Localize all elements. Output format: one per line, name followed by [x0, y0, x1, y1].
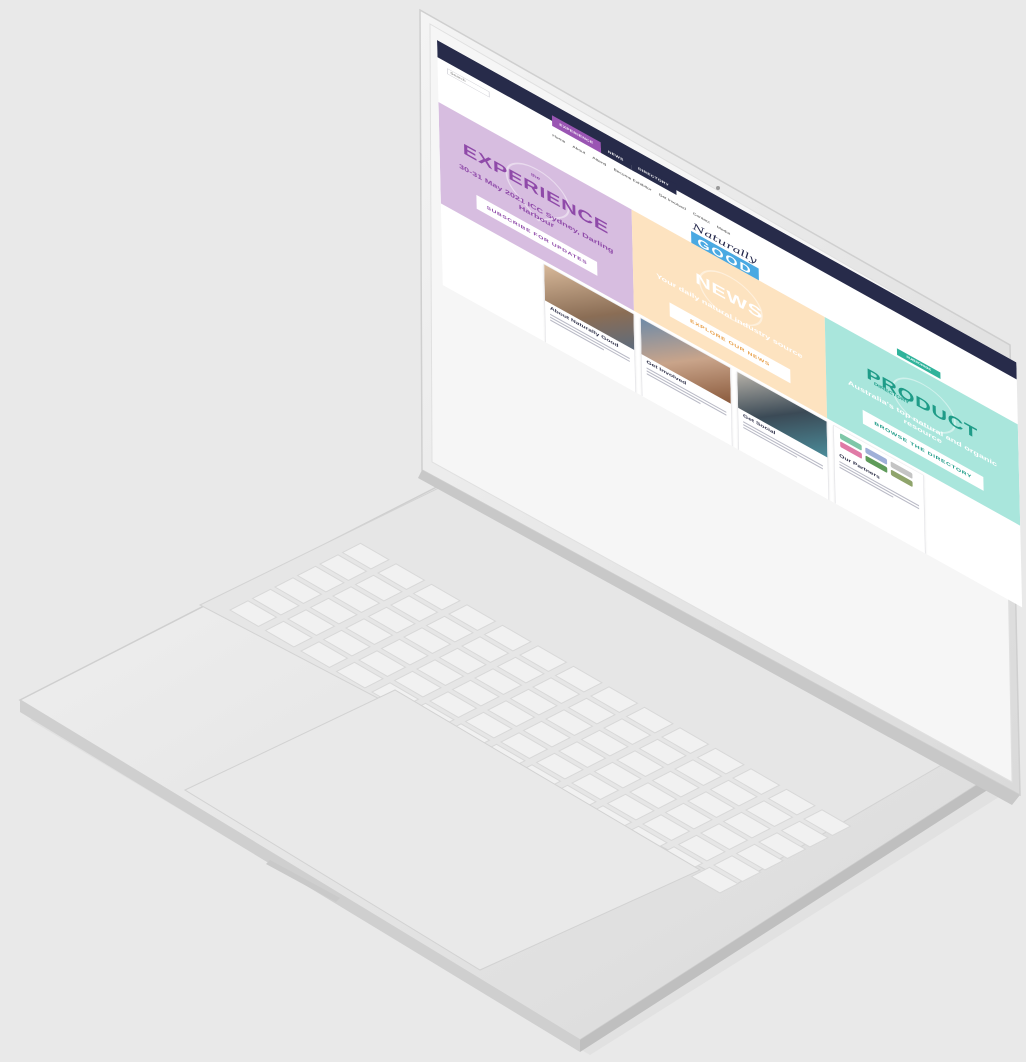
nav-item-home[interactable]: Home — [552, 133, 565, 144]
nav-item-get-involved[interactable]: Get Involved — [659, 192, 686, 211]
nav-item-attend[interactable]: Attend — [592, 155, 606, 166]
laptop-mockup-scene: EXPERIENCE NEWS DIRECTORY Search Home Ab… — [0, 0, 1026, 1062]
nav-item-media[interactable]: Media — [717, 225, 730, 236]
camera-icon — [716, 186, 720, 190]
nav-item-about[interactable]: About — [572, 144, 585, 155]
